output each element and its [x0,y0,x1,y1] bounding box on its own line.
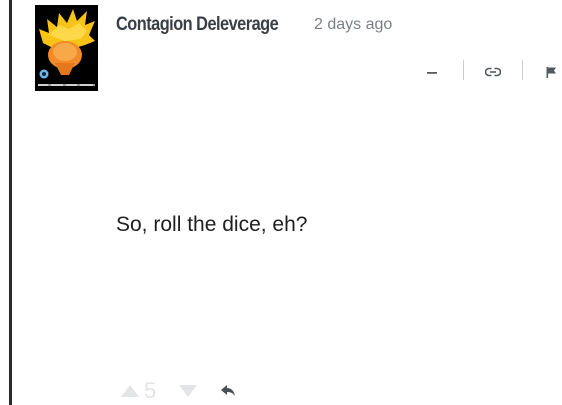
collapse-button[interactable] [420,58,444,86]
flag-button[interactable] [540,58,562,86]
user-avatar[interactable] [35,5,98,91]
flag-icon [546,67,556,78]
actions-divider [463,60,464,80]
actions-divider [522,60,523,80]
reply-arrow-icon [221,385,235,396]
comment-timestamp[interactable]: 2 days ago [314,16,392,34]
permalink-button[interactable] [482,58,504,86]
minus-icon [427,72,437,74]
comment-actions-bar [420,58,562,86]
vote-count: 5 [144,378,157,403]
downvote-arrow-icon [179,385,197,397]
reply-button[interactable] [220,378,236,404]
downvote-button[interactable] [178,378,198,404]
thread-indent-line [9,0,12,405]
comment-body-text: So, roll the dice, eh? [116,213,308,236]
link-icon [485,67,501,77]
upvote-arrow-icon [121,385,139,397]
upvote-button[interactable] [120,378,140,404]
comment-author-name[interactable]: Contagion Deleverage [116,14,279,36]
meme-avatar-icon [35,5,98,91]
